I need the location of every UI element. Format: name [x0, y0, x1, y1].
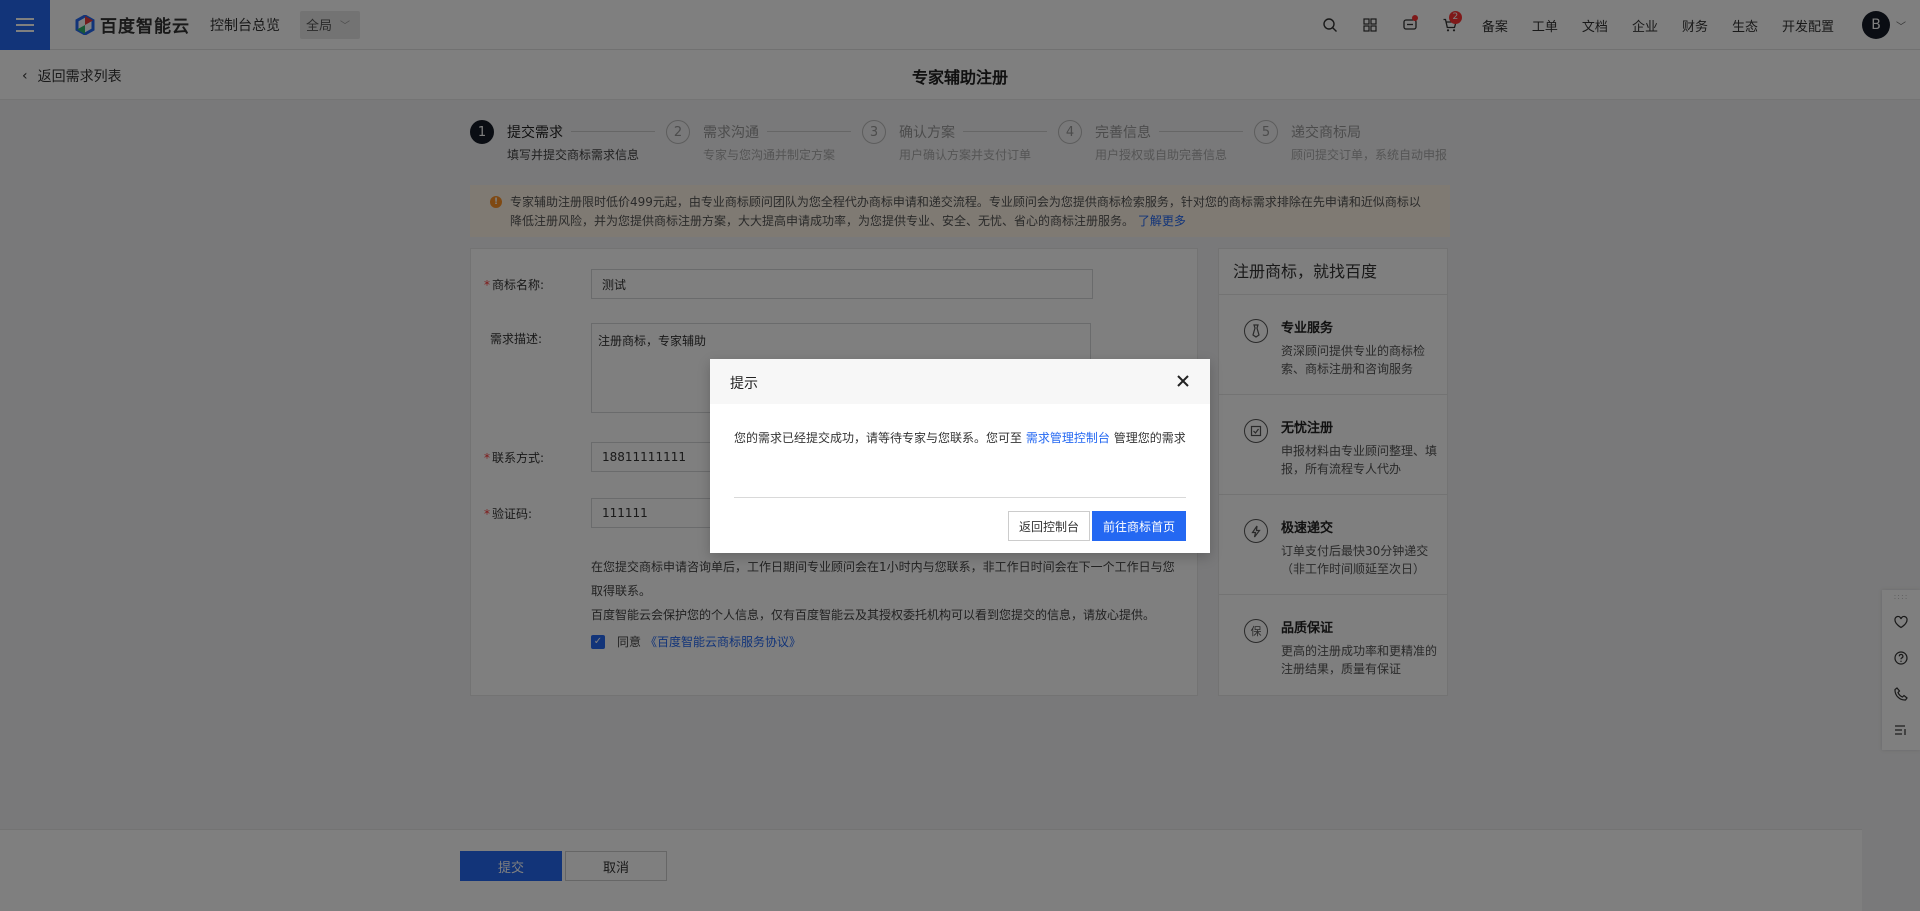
dialog-message: 您的需求已经提交成功，请等待专家与您联系。您可至 需求管理控制台 管理您的需求 [734, 429, 1186, 446]
message-suffix: 管理您的需求 [1113, 431, 1186, 445]
close-icon[interactable] [1172, 370, 1194, 392]
dialog-divider [734, 497, 1186, 498]
dialog-title: 提示 [730, 376, 758, 392]
dialog-header: 提示 [710, 359, 1210, 404]
go-trademark-home-button[interactable]: 前往商标首页 [1092, 511, 1186, 541]
message-prefix: 您的需求已经提交成功，请等待专家与您联系。您可至 [734, 431, 1023, 445]
requirement-console-link[interactable]: 需求管理控制台 [1026, 431, 1110, 445]
success-dialog: 提示 您的需求已经提交成功，请等待专家与您联系。您可至 需求管理控制台 管理您的… [710, 359, 1210, 553]
back-to-console-button[interactable]: 返回控制台 [1008, 511, 1090, 541]
